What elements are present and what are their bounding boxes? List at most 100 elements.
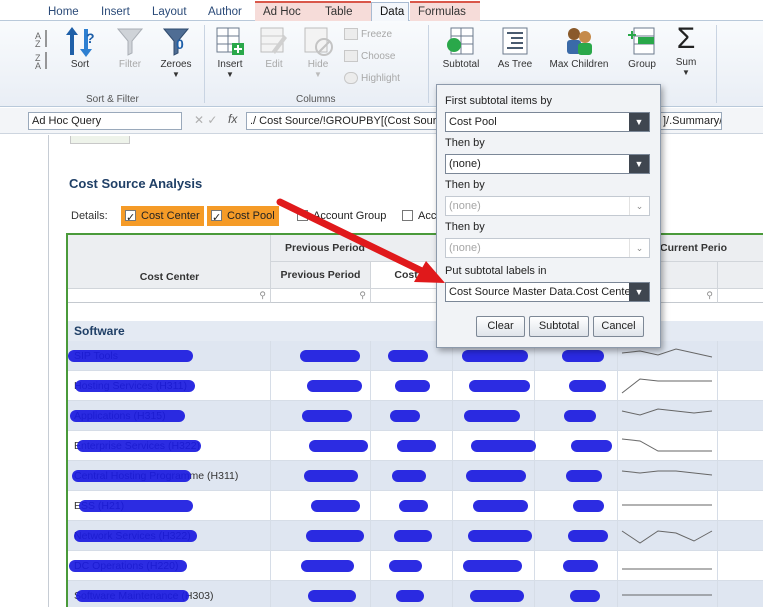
detail-chip-account-group[interactable]: Account Group <box>293 206 390 226</box>
redaction-scribble <box>566 470 602 482</box>
zeroes-dropdown-icon[interactable]: ▼ <box>155 70 197 79</box>
zeroes-funnel-icon: 0 <box>160 25 192 57</box>
detail-chip-account[interactable]: Acc <box>398 206 440 226</box>
redaction-scribble <box>300 350 360 362</box>
then-by-select-3[interactable]: (none) ⌄ <box>445 238 650 258</box>
tab-home[interactable]: Home <box>40 3 87 21</box>
subtotal-labels-in-select[interactable]: Cost Source Master Data.Cost Center ▼ <box>445 282 650 302</box>
sort-button[interactable]: ? Sort <box>60 25 100 70</box>
group-button[interactable]: Group <box>622 25 662 70</box>
freeze-button[interactable]: Freeze <box>344 27 392 43</box>
tab-layout[interactable]: Layout <box>144 3 195 21</box>
redaction-scribble <box>388 350 428 362</box>
checkbox-unchecked-icon <box>297 209 308 221</box>
tab-author[interactable]: Author <box>200 3 250 21</box>
redaction-scribble <box>468 530 532 542</box>
svg-text:?: ? <box>86 30 95 46</box>
first-subtotal-select[interactable]: Cost Pool ▼ <box>445 112 650 132</box>
insert-column-button[interactable]: Insert ▼ <box>210 25 250 79</box>
redaction-scribble <box>75 380 195 392</box>
sum-button[interactable]: Σ Sum ▼ <box>666 23 706 78</box>
redaction-scribble <box>571 440 612 452</box>
table-row[interactable]: Hosting Services (H311) <box>68 371 763 401</box>
sort-az-icon: A Z Z A <box>35 30 47 71</box>
then-by-select-2[interactable]: (none) ⌄ <box>445 196 650 216</box>
value-cell <box>718 341 763 371</box>
subtotal-labels-in-label: Put subtotal labels in <box>445 265 547 277</box>
cancel-button[interactable]: Cancel <box>593 316 644 337</box>
table-row[interactable]: ESS (H21) <box>68 491 763 521</box>
cancel-check-icons[interactable]: ✕ ✓ <box>194 113 217 127</box>
choose-button[interactable]: Choose <box>344 49 395 65</box>
redaction-scribble <box>563 560 598 572</box>
then-by-label-3: Then by <box>445 221 485 233</box>
filter-extra[interactable] <box>718 289 763 303</box>
redaction-scribble <box>72 470 191 482</box>
table-row[interactable]: Applications (H315) <box>68 401 763 431</box>
redaction-scribble <box>564 410 596 422</box>
name-box[interactable]: Ad Hoc Query <box>28 112 182 130</box>
highlight-button[interactable]: Highlight <box>344 71 400 87</box>
table-row[interactable]: Central Hosting Programme (H311) <box>68 461 763 491</box>
highlight-label: Highlight <box>361 73 400 84</box>
zeroes-label: Zeroes <box>160 59 192 70</box>
subtotal-apply-button[interactable]: Subtotal <box>529 316 589 337</box>
ribbon-separator <box>204 25 205 103</box>
checkbox-checked-icon <box>125 208 136 228</box>
chevron-down-icon: ▼ <box>629 113 649 131</box>
sort-az-za-icons[interactable]: A Z Z A <box>33 27 51 71</box>
table-row[interactable]: Enterprise Services (H322) <box>68 431 763 461</box>
edit-column-button[interactable]: Edit <box>254 25 294 70</box>
column-header-label: Cost <box>394 269 418 281</box>
sparkline-icon <box>621 530 713 544</box>
redaction-scribble <box>399 500 428 512</box>
detail-chip-cost-center[interactable]: Cost Center <box>121 206 204 228</box>
svg-text:A: A <box>35 61 41 71</box>
sum-dropdown-icon[interactable]: ▼ <box>666 68 706 77</box>
clear-button[interactable]: Clear <box>476 316 525 337</box>
choose-icon <box>344 50 358 63</box>
insert-dropdown-icon[interactable]: ▼ <box>210 70 250 79</box>
tab-formulas[interactable]: Formulas <box>410 1 480 21</box>
search-icon: ⚲ <box>706 290 713 300</box>
detail-chip-label: Account Group <box>313 210 387 222</box>
redaction-scribble <box>471 440 536 452</box>
filter-label: Filter <box>118 59 142 70</box>
redaction-scribble <box>79 500 193 512</box>
redaction-scribble <box>309 440 368 452</box>
subtotal-button[interactable]: Subtotal <box>440 25 482 70</box>
subtotal-dialog: First subtotal items by Cost Pool ▼ Then… <box>436 84 661 348</box>
group-label: Group <box>628 59 656 70</box>
subtotal-icon <box>445 25 477 57</box>
then-by-select-1[interactable]: (none) ▼ <box>445 154 650 174</box>
zeroes-button[interactable]: 0 Zeroes ▼ <box>155 25 197 79</box>
table-row[interactable]: DC Operations (H220) <box>68 551 763 581</box>
redaction-scribble <box>573 500 604 512</box>
hide-dropdown-icon[interactable]: ▼ <box>298 70 338 79</box>
filter-button[interactable]: Filter <box>110 25 150 70</box>
column-header-previous-period[interactable]: Previous Period <box>271 262 371 289</box>
detail-chip-label: Cost Pool <box>227 210 275 222</box>
detail-chip-label: Acc <box>418 210 437 222</box>
column-header-extra[interactable] <box>718 262 763 289</box>
table-row[interactable]: Network Services (H322) <box>68 521 763 551</box>
filter-previous-period[interactable]: ⚲ <box>271 289 371 303</box>
svg-text:Z: Z <box>35 39 41 49</box>
redaction-scribble <box>396 590 424 602</box>
table-row[interactable]: Software Maintenance (H303) <box>68 581 763 607</box>
redaction-scribble <box>390 410 420 422</box>
max-children-button[interactable]: Max Children <box>548 25 610 70</box>
sparkline-icon <box>621 470 713 476</box>
column-header-cost-center[interactable]: Cost Center <box>68 235 271 289</box>
tab-table[interactable]: Table <box>317 1 371 21</box>
hide-column-button[interactable]: Hide ▼ <box>298 25 338 79</box>
filter-cost-center[interactable]: ⚲ <box>68 289 271 303</box>
detail-chip-cost-pool[interactable]: Cost Pool <box>207 206 279 228</box>
insert-column-icon <box>214 25 246 57</box>
fx-icon[interactable]: fx <box>228 112 237 126</box>
tab-data[interactable]: Data <box>371 2 409 22</box>
as-tree-button[interactable]: As Tree <box>494 25 536 70</box>
tab-insert[interactable]: Insert <box>93 3 138 21</box>
tab-ad-hoc[interactable]: Ad Hoc <box>255 1 317 21</box>
value-cell <box>718 401 763 431</box>
